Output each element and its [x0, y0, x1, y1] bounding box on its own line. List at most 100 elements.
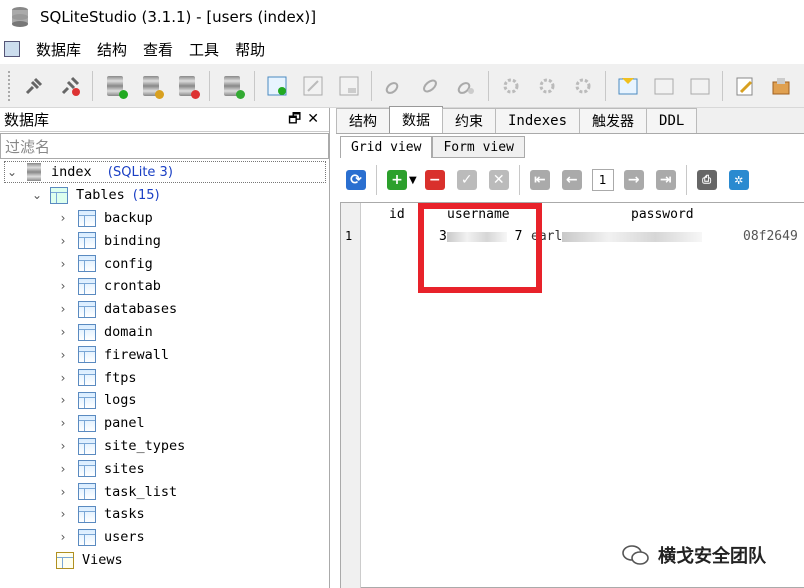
tree-table-crontab[interactable]: › crontab: [56, 275, 161, 297]
tree-table-sites[interactable]: › sites: [56, 458, 145, 480]
table-name: panel: [104, 415, 145, 432]
tree-db-node[interactable]: ⌄ index (SQLite 3): [4, 161, 326, 183]
menu-view[interactable]: 查看: [135, 39, 181, 60]
edit-trigger-button[interactable]: [535, 74, 559, 98]
tree-table-logs[interactable]: › logs: [56, 389, 137, 411]
tab-grid-view[interactable]: Grid view: [340, 136, 433, 158]
add-trigger-button[interactable]: [499, 74, 523, 98]
first-page-icon: ⇤: [533, 172, 546, 188]
tree-table-panel[interactable]: › panel: [56, 412, 145, 434]
menu-structure[interactable]: 结构: [89, 39, 135, 60]
next-page-button[interactable]: →: [623, 170, 644, 190]
chevron-right-icon[interactable]: ›: [56, 234, 70, 248]
chevron-right-icon[interactable]: ›: [56, 439, 70, 453]
tab-form-view[interactable]: Form view: [432, 136, 525, 158]
tree-views-node[interactable]: Views: [56, 549, 123, 571]
drop-trigger-button[interactable]: [571, 74, 595, 98]
table-icon: [78, 209, 96, 227]
add-db-button[interactable]: [103, 74, 128, 99]
chevron-right-icon[interactable]: ›: [56, 462, 70, 476]
tab-indexes[interactable]: Indexes: [495, 108, 581, 133]
tool-icon: [772, 77, 790, 94]
menu-help[interactable]: 帮助: [227, 39, 273, 60]
toolbar-grip[interactable]: [8, 70, 12, 101]
chevron-down-icon[interactable]: ⌄: [5, 165, 19, 179]
insert-row-button[interactable]: +: [387, 170, 407, 190]
add-index-button[interactable]: [382, 74, 406, 98]
tree-table-task-list[interactable]: › task_list: [56, 481, 177, 503]
chevron-right-icon[interactable]: ›: [56, 279, 70, 293]
chevron-right-icon[interactable]: ›: [56, 485, 70, 499]
tab-triggers[interactable]: 触发器: [579, 108, 648, 133]
chevron-right-icon[interactable]: ›: [56, 416, 70, 430]
print-button[interactable]: ⎙: [696, 170, 717, 190]
sql-editor-button[interactable]: [733, 74, 757, 98]
first-page-button[interactable]: ⇤: [529, 170, 550, 190]
menu-database[interactable]: 数据库: [28, 39, 89, 60]
disconnect-db-button[interactable]: [58, 74, 82, 98]
edit-view-button[interactable]: [652, 74, 676, 98]
chevron-right-icon[interactable]: ›: [56, 348, 70, 362]
column-header-id[interactable]: id: [389, 207, 405, 222]
delete-row-button[interactable]: −: [424, 170, 445, 190]
data-grid[interactable]: 1 id username password 3 7 earl 08f2649: [340, 202, 804, 588]
table-icon: [78, 437, 96, 455]
tree-table-config[interactable]: › config: [56, 253, 153, 275]
chevron-right-icon[interactable]: ›: [56, 507, 70, 521]
rollback-button[interactable]: ✕: [488, 170, 509, 190]
drop-index-button[interactable]: [454, 74, 478, 98]
chevron-right-icon[interactable]: ›: [56, 257, 70, 271]
gear-add-icon: [503, 78, 519, 93]
commit-button[interactable]: ✓: [456, 170, 477, 190]
edit-index-button[interactable]: [418, 74, 442, 98]
menu-tools[interactable]: 工具: [181, 39, 227, 60]
cell-password-start[interactable]: earl: [531, 229, 703, 244]
new-table-button[interactable]: [265, 74, 289, 98]
float-panel-icon[interactable]: 🗗: [288, 111, 307, 127]
drop-table-button[interactable]: [337, 74, 361, 98]
tree-table-databases[interactable]: › databases: [56, 298, 177, 320]
table-icon: [78, 414, 96, 432]
tab-ddl[interactable]: DDL: [646, 108, 698, 133]
tab-structure[interactable]: 结构: [336, 108, 390, 133]
tree-table-site-types[interactable]: › site_types: [56, 435, 185, 457]
add-view-button[interactable]: [616, 74, 640, 98]
chevron-right-icon[interactable]: ›: [56, 211, 70, 225]
tree-tables-node[interactable]: ⌄ Tables (15): [30, 184, 160, 206]
tab-constraints[interactable]: 约束: [442, 108, 496, 133]
toolbar-separator: [605, 70, 606, 101]
refresh-db-button[interactable]: [220, 74, 245, 99]
connect-db-button[interactable]: [22, 74, 46, 98]
page-number-field[interactable]: 1: [591, 169, 614, 191]
table-name: sites: [104, 460, 145, 477]
dropdown-arrow-icon[interactable]: ▼: [409, 175, 417, 186]
last-page-button[interactable]: ⇥: [655, 170, 676, 190]
column-header-password[interactable]: password: [631, 207, 694, 222]
edit-table-button[interactable]: [301, 74, 325, 98]
edit-db-button[interactable]: [139, 74, 164, 99]
tree-table-firewall[interactable]: › firewall: [56, 344, 169, 366]
filter-input[interactable]: 过滤名: [0, 133, 329, 159]
more-button[interactable]: ✲: [728, 170, 749, 190]
prev-page-button[interactable]: ←: [561, 170, 582, 190]
tree-table-users[interactable]: › users: [56, 526, 145, 548]
close-panel-icon[interactable]: ✕: [307, 111, 325, 127]
refresh-data-button[interactable]: ⟳: [346, 170, 366, 190]
window-menu-icon[interactable]: [4, 41, 20, 57]
tree-table-ftps[interactable]: › ftps: [56, 367, 137, 389]
chevron-down-icon[interactable]: ⌄: [30, 188, 44, 202]
tab-data[interactable]: 数据: [389, 106, 443, 133]
tree-table-domain[interactable]: › domain: [56, 321, 153, 343]
tree-table-binding[interactable]: › binding: [56, 230, 161, 252]
drop-view-button[interactable]: [688, 74, 712, 98]
extra-tool-button[interactable]: [769, 74, 793, 98]
chevron-right-icon[interactable]: ›: [56, 393, 70, 407]
cell-password-end[interactable]: 08f2649: [743, 229, 801, 244]
chevron-right-icon[interactable]: ›: [56, 325, 70, 339]
chevron-right-icon[interactable]: ›: [56, 371, 70, 385]
tree-table-backup[interactable]: › backup: [56, 207, 153, 229]
chevron-right-icon[interactable]: ›: [56, 530, 70, 544]
chevron-right-icon[interactable]: ›: [56, 302, 70, 316]
remove-db-button[interactable]: [175, 74, 200, 99]
tree-table-tasks[interactable]: › tasks: [56, 503, 145, 525]
